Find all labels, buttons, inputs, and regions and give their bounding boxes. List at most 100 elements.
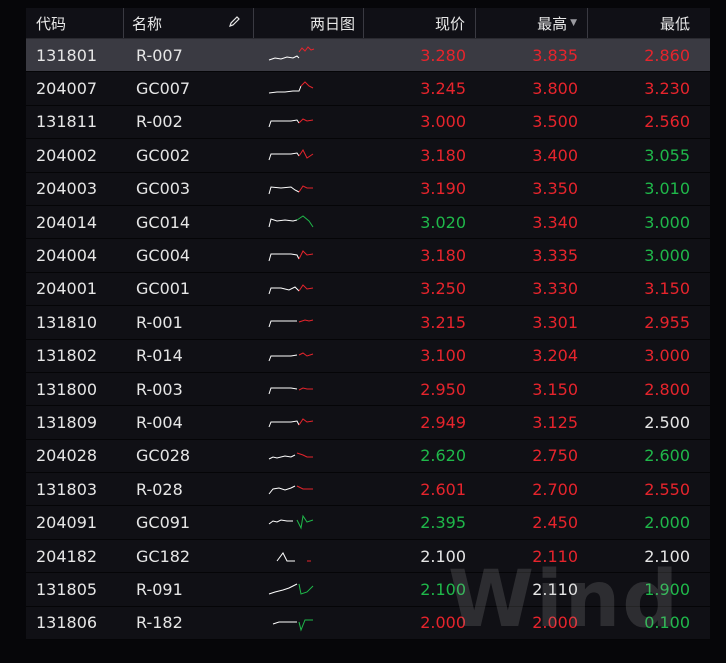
cell-low: 2.560 [644,112,690,132]
cell-low: 3.000 [644,246,690,266]
table-row[interactable]: 131805 R-091 2.100 2.110 1.900 [26,573,710,607]
cell-high: 2.110 [532,546,578,566]
cell-high: 3.340 [532,212,578,232]
cell-low: 2.860 [644,45,690,65]
cell-name: R-028 [136,479,183,499]
cell-name: GC003 [136,179,191,199]
column-chart-label: 两日图 [309,14,355,33]
table-row[interactable]: 131806 R-182 2.000 2.000 0.100 [26,606,710,641]
two-day-sparkline [254,106,364,138]
column-header-price[interactable]: 现价 [364,8,476,38]
table-row[interactable]: 131811 R-002 3.000 3.500 2.560 [26,105,710,140]
cell-low: 2.500 [644,412,690,432]
two-day-sparkline [254,306,364,338]
cell-code: 131803 [36,479,98,499]
cell-name: R-007 [136,45,183,65]
table-row[interactable]: 204091 GC091 2.395 2.450 2.000 [26,506,710,540]
cell-price: 2.100 [420,546,466,566]
cell-low: 2.800 [644,379,690,399]
cell-high: 2.110 [532,579,578,599]
two-day-sparkline [254,239,364,271]
cell-price: 2.000 [420,613,466,633]
column-header-code[interactable]: 代码 [26,8,124,38]
table-row[interactable]: 204002 GC002 3.180 3.400 3.055 [26,139,710,173]
table-row[interactable]: 204001 GC001 3.250 3.330 3.150 [26,272,710,307]
cell-low: 2.550 [644,479,690,499]
cell-low: 3.230 [644,79,690,99]
table-row[interactable]: 204182 GC182 2.100 2.110 2.100 [26,539,710,574]
two-day-sparkline [254,173,364,205]
two-day-sparkline [254,39,364,71]
cell-code: 204007 [36,79,98,99]
cell-price: 2.950 [420,379,466,399]
quote-panel: 代码 名称 两日图 现价 最高 ▼ 最低 131801 R-007 3.280 3.8… [0,0,726,663]
column-code-label: 代码 [36,14,67,33]
cell-price: 3.180 [420,145,466,165]
cell-low: 2.955 [644,312,690,332]
table-row[interactable]: 131800 R-003 2.950 3.150 2.800 [26,372,710,407]
column-low-label: 最低 [659,14,690,33]
column-header-chart[interactable]: 两日图 [254,8,364,38]
cell-low: 3.000 [644,212,690,232]
cell-high: 2.700 [532,479,578,499]
cell-price: 2.100 [420,579,466,599]
cell-price: 3.250 [420,279,466,299]
table-row[interactable]: 204028 GC028 2.620 2.750 2.600 [26,439,710,474]
table-row[interactable]: 131810 R-001 3.215 3.301 2.955 [26,306,710,340]
cell-high: 3.150 [532,379,578,399]
cell-code: 204002 [36,145,98,165]
cell-code: 131800 [36,379,98,399]
cell-code: 131811 [36,112,98,132]
two-day-sparkline [254,273,364,305]
cell-low: 0.100 [644,613,690,633]
cell-price: 2.949 [420,412,466,432]
table-row[interactable]: 131803 R-028 2.601 2.700 2.550 [26,473,710,507]
cell-low: 2.600 [644,446,690,466]
column-name-label: 名称 [132,14,163,33]
cell-high: 3.835 [532,45,578,65]
table-row[interactable]: 131809 R-004 2.949 3.125 2.500 [26,406,710,440]
cell-high: 3.800 [532,79,578,99]
cell-price: 3.280 [420,45,466,65]
cell-name: GC007 [136,79,191,99]
column-price-label: 现价 [434,14,465,33]
cell-price: 3.000 [420,112,466,132]
table-row[interactable]: 204007 GC007 3.245 3.800 3.230 [26,72,710,106]
cell-code: 131810 [36,312,98,332]
cell-name: R-091 [136,579,183,599]
cell-high: 3.330 [532,279,578,299]
cell-high: 3.350 [532,179,578,199]
column-header-name[interactable]: 名称 [124,8,254,38]
cell-low: 2.000 [644,513,690,533]
two-day-sparkline [254,139,364,171]
cell-price: 3.180 [420,246,466,266]
table-row[interactable]: 131802 R-014 3.100 3.204 3.000 [26,339,710,373]
two-day-sparkline [254,406,364,438]
cell-high: 3.125 [532,412,578,432]
cell-code: 204001 [36,279,98,299]
cell-price: 3.100 [420,346,466,366]
cell-code: 204014 [36,212,98,232]
cell-code: 204091 [36,513,98,533]
column-header-low[interactable]: 最低 [588,8,700,38]
cell-code: 204003 [36,179,98,199]
table-row[interactable]: 204014 GC014 3.020 3.340 3.000 [26,205,710,240]
cell-high: 2.000 [532,613,578,633]
sort-down-icon[interactable]: ▼ [570,18,577,28]
cell-code: 204004 [36,246,98,266]
cell-name: GC028 [136,446,191,466]
table-header: 代码 名称 两日图 现价 最高 ▼ 最低 [26,8,710,39]
cell-high: 3.500 [532,112,578,132]
pencil-icon[interactable] [228,14,241,32]
table-body: 131801 R-007 3.280 3.835 2.860 204007 GC007 3.2… [26,39,710,641]
cell-name: GC004 [136,246,191,266]
cell-high: 3.301 [532,312,578,332]
table-row[interactable]: 131801 R-007 3.280 3.835 2.860 [26,39,710,73]
cell-name: R-002 [136,112,183,132]
two-day-sparkline [254,440,364,472]
table-row[interactable]: 204003 GC003 3.190 3.350 3.010 [26,172,710,206]
cell-code: 131809 [36,412,98,432]
table-row[interactable]: 204004 GC004 3.180 3.335 3.000 [26,239,710,273]
column-header-high[interactable]: 最高 ▼ [476,8,588,38]
cell-name: R-004 [136,412,183,432]
